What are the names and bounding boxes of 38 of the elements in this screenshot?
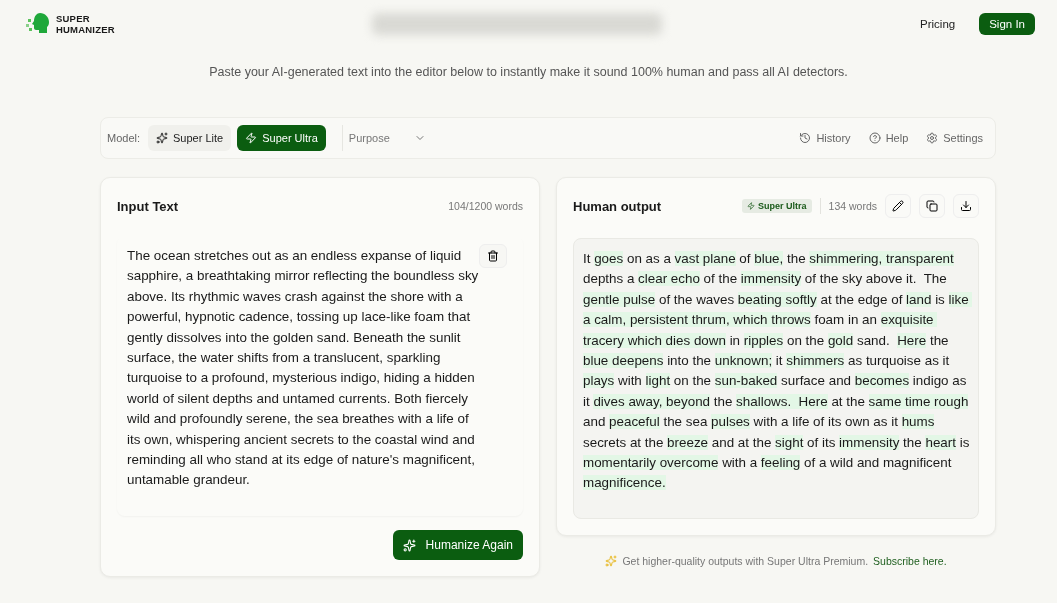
promo-text: Get higher-quality outputs with Super Ultra Premium. xyxy=(622,554,869,567)
subtitle: Paste your AI-generated text into the editor below to instantly make it sound 100% human and pass all AI detectors. xyxy=(208,65,849,79)
trash-icon xyxy=(487,250,499,262)
download-icon xyxy=(960,200,972,212)
settings-icon xyxy=(926,132,939,144)
card-title: Input Text xyxy=(117,198,180,214)
sparkle-icon xyxy=(605,554,618,567)
copy-button[interactable] xyxy=(919,194,945,218)
download-button[interactable] xyxy=(953,194,979,218)
humanize-button[interactable]: Humanize Again xyxy=(392,530,523,560)
nav-link[interactable]: Pricing xyxy=(920,18,956,30)
logo-text: SUPER xyxy=(56,13,91,24)
logo-text: HUMANIZER xyxy=(56,24,115,35)
history-icon xyxy=(799,132,812,144)
model-label: Model: xyxy=(107,132,141,144)
copy-icon xyxy=(926,200,938,212)
input-field[interactable]: The ocean stretches out as an endless expanse of liquid sapphire, a breathtaking mirror reflecting the boundless sky above. Its rhythmic waves crash against the shore with a powerful, hypnotic cadence, tossing up lace-like foam that gently dissolves into the golden sand. Beneath the sunlit surface, the water shifts from a translucent, sparkling turquoise to a profound, mysterious indigo, hiding a hidden world of silent depths and untamed currents. Both fiercely wild and profoundly serene, the sea breathes with a life of its own, whispering ancient secrets to the coastal wind and reminding all who stand at its edge of nature's magnificent, untamable grandeur. xyxy=(117,236,523,516)
model-tab[interactable]: Super Ultra xyxy=(237,125,326,151)
card-title: Human output xyxy=(573,198,663,214)
help-icon xyxy=(868,132,881,144)
model-tab[interactable]: Super Lite xyxy=(148,125,232,151)
subscribe-link[interactable]: Subscribe here. xyxy=(873,554,947,567)
word-count: 104/1200 words xyxy=(448,200,523,212)
pencil-icon xyxy=(892,200,904,212)
delete-button[interactable] xyxy=(479,244,507,268)
sparkle-icon xyxy=(402,538,416,552)
sign-in-button[interactable]: Sign In xyxy=(979,13,1035,35)
edit-button[interactable] xyxy=(885,194,911,218)
output-text: It goes on as a vast plane of blue, the shimmering, transparent depths a clear echo of the immensity of the sky above it. The gentle pulse of the waves beating softly at the edge of land is like a calm, persistent thrum, which throws foam in an exquisite tracery which dies down in ripples on the gold sand. Here the blue deepens into the unknown; it shimmers as turquoise as it plays with light on the sun-baked surface and becomes indigo as it dives away, beyond the shallows. Here at the same time rough and peaceful the sea pulses with a life of its own as it hums secrets at the breeze and at the sight of its immensity the heart is momentarily overcome with a feeling of a wild and magnificent magnificence. xyxy=(583,249,970,494)
lightning-icon xyxy=(245,132,258,144)
word-count: 134 words xyxy=(828,200,877,212)
settings-button[interactable]: Settings xyxy=(920,132,989,144)
model-badge: Super Ultra xyxy=(742,199,812,213)
sparkle-icon xyxy=(156,132,169,144)
history-button[interactable]: History xyxy=(793,132,857,144)
help-button[interactable]: Help xyxy=(862,132,915,144)
purpose-dropdown[interactable]: Purpose xyxy=(341,125,432,151)
lightning-icon xyxy=(747,202,756,210)
